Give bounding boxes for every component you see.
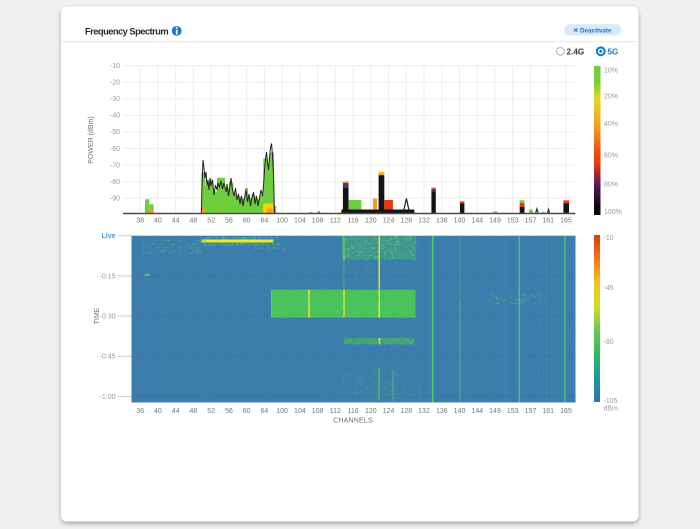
svg-text:-10: -10: [604, 235, 614, 242]
svg-text:10%: 10%: [604, 67, 618, 74]
svg-text:60: 60: [243, 408, 251, 415]
svg-text:149: 149: [489, 218, 501, 225]
svg-text:116: 116: [348, 218, 359, 225]
svg-text:40: 40: [154, 218, 162, 225]
svg-text:-50: -50: [110, 129, 120, 136]
svg-text:120: 120: [365, 408, 377, 415]
svg-text:153: 153: [507, 218, 519, 225]
svg-text:5G: 5G: [608, 47, 619, 56]
svg-text:2.4G: 2.4G: [567, 47, 585, 56]
svg-text:136: 136: [436, 218, 448, 225]
svg-text:-0:15: -0:15: [100, 273, 116, 280]
svg-text:-45: -45: [604, 285, 614, 292]
svg-text:100: 100: [276, 408, 288, 415]
svg-text:124: 124: [383, 408, 395, 415]
svg-text:-80: -80: [604, 339, 614, 346]
svg-text:108: 108: [312, 218, 324, 225]
svg-text:161: 161: [542, 218, 554, 225]
svg-text:-40: -40: [110, 113, 120, 120]
svg-text:144: 144: [471, 218, 483, 225]
svg-text:64: 64: [261, 408, 269, 415]
svg-text:149: 149: [489, 408, 501, 415]
svg-text:-0:30: -0:30: [100, 314, 116, 321]
svg-text:40: 40: [154, 408, 162, 415]
svg-text:-60: -60: [110, 146, 120, 153]
svg-text:40%: 40%: [604, 121, 618, 128]
svg-text:Frequency Spectrum: Frequency Spectrum: [85, 26, 168, 36]
svg-text:128: 128: [400, 408, 412, 415]
svg-text:20%: 20%: [604, 93, 618, 100]
svg-text:64: 64: [261, 218, 269, 225]
svg-text:80%: 80%: [604, 181, 618, 188]
svg-text:dBm: dBm: [604, 406, 619, 413]
svg-text:165: 165: [560, 218, 572, 225]
svg-text:112: 112: [330, 408, 341, 415]
svg-text:48: 48: [190, 408, 198, 415]
svg-text:104: 104: [294, 218, 306, 225]
svg-text:✕ Deactivate: ✕ Deactivate: [573, 27, 612, 34]
svg-text:153: 153: [507, 408, 519, 415]
svg-text:-20: -20: [110, 80, 120, 87]
svg-text:56: 56: [225, 408, 233, 415]
svg-text:48: 48: [190, 218, 198, 225]
svg-text:136: 136: [436, 408, 448, 415]
svg-text:56: 56: [225, 218, 233, 225]
svg-text:-80: -80: [110, 179, 120, 186]
svg-text:161: 161: [542, 408, 554, 415]
svg-text:36: 36: [136, 408, 144, 415]
svg-text:60%: 60%: [604, 152, 618, 159]
svg-text:165: 165: [560, 408, 572, 415]
svg-text:116: 116: [348, 408, 359, 415]
svg-text:132: 132: [418, 408, 430, 415]
svg-text:44: 44: [172, 408, 180, 415]
svg-text:-0:45: -0:45: [100, 354, 116, 361]
svg-text:157: 157: [525, 408, 537, 415]
svg-text:108: 108: [312, 408, 324, 415]
svg-text:100: 100: [276, 218, 288, 225]
svg-text:140: 140: [454, 218, 466, 225]
svg-text:-30: -30: [110, 96, 120, 103]
svg-text:52: 52: [207, 218, 215, 225]
svg-text:-105: -105: [604, 398, 618, 405]
svg-text:140: 140: [454, 408, 466, 415]
svg-text:144: 144: [471, 408, 483, 415]
svg-text:Live: Live: [101, 233, 115, 240]
svg-text:157: 157: [525, 218, 537, 225]
svg-text:60: 60: [243, 218, 251, 225]
svg-text:-70: -70: [110, 162, 120, 169]
svg-text:44: 44: [172, 218, 180, 225]
svg-text:100%: 100%: [604, 209, 622, 216]
svg-text:POWER (dBm): POWER (dBm): [88, 116, 95, 163]
svg-text:112: 112: [330, 218, 341, 225]
svg-text:-1:00: -1:00: [100, 394, 116, 401]
svg-text:CHANNELS: CHANNELS: [333, 418, 373, 425]
svg-text:124: 124: [383, 218, 395, 225]
svg-text:120: 120: [365, 218, 377, 225]
svg-text:36: 36: [136, 218, 144, 225]
svg-text:132: 132: [418, 218, 430, 225]
svg-text:-90: -90: [110, 195, 120, 202]
svg-text:104: 104: [294, 408, 306, 415]
svg-text:-10: -10: [110, 63, 120, 70]
svg-text:52: 52: [207, 408, 215, 415]
svg-text:128: 128: [400, 218, 412, 225]
